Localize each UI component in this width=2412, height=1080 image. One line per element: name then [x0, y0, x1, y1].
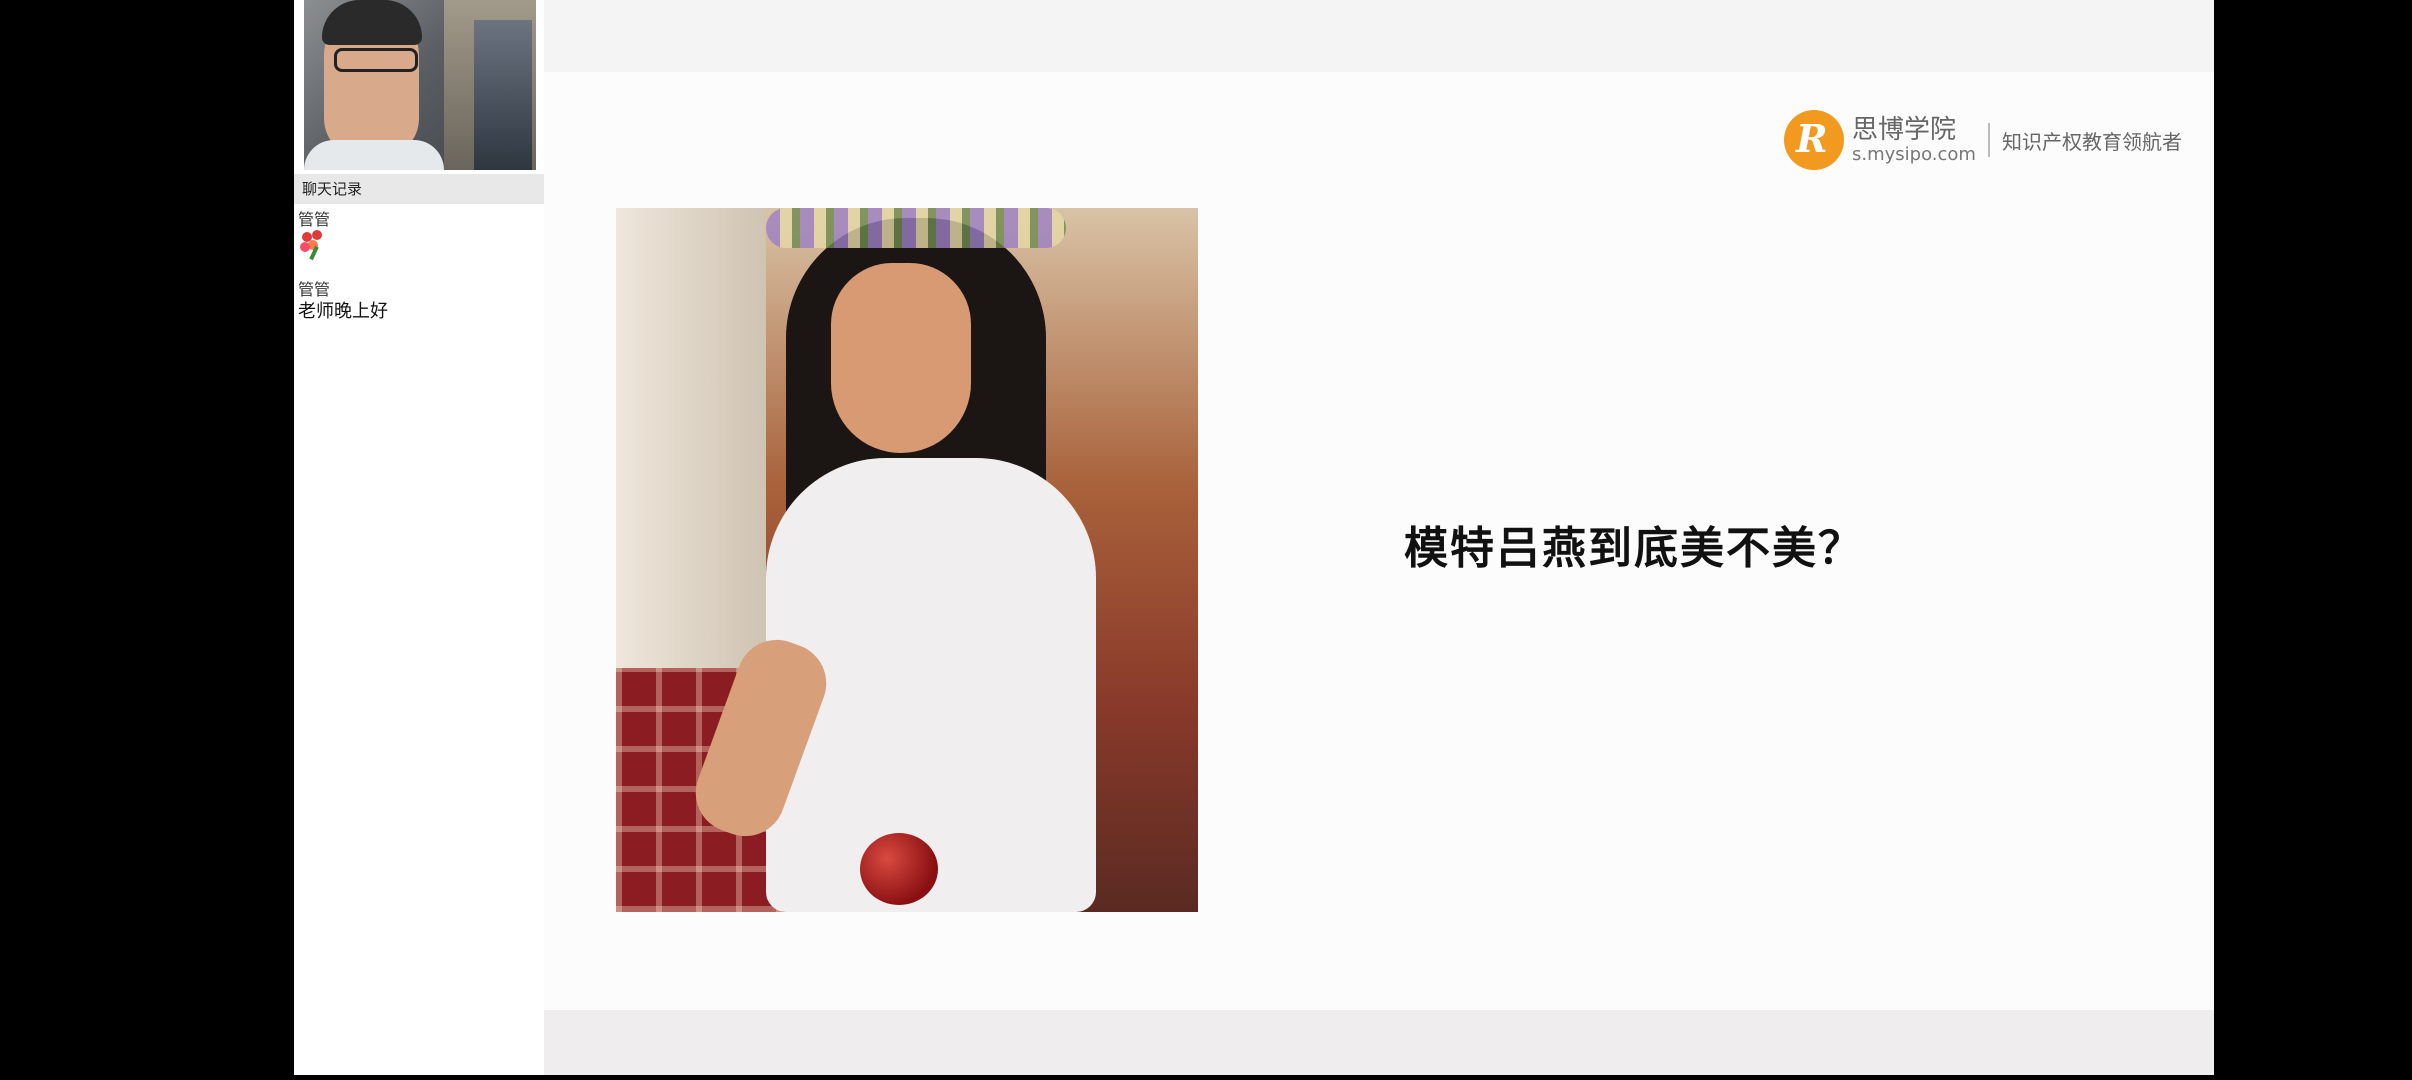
chat-message: 管管 老师晚上好	[298, 280, 538, 324]
photo-drape	[616, 208, 766, 728]
logo-divider	[1987, 123, 1990, 157]
photo-model-face	[831, 263, 971, 453]
chat-panel-title: 聊天记录	[294, 174, 544, 204]
slide-top-margin	[544, 0, 2214, 72]
brand-logo: R 思博学院 s.mysipo.com 知识产权教育领航者	[1784, 108, 2182, 172]
classroom-app: 聊天记录 管管 管管 老师晚上好 R 思博学院 s.mysipo.com 知识产…	[294, 0, 2214, 1075]
logo-url: s.mysipo.com	[1852, 144, 1976, 165]
webcam-person-shirt	[304, 140, 444, 170]
logo-letter: R	[1796, 116, 1828, 161]
presentation-slide: R 思博学院 s.mysipo.com 知识产权教育领航者 模特吕燕到底美不美？	[544, 72, 2214, 1051]
photo-flower-crown	[766, 208, 1066, 248]
chat-text: 老师晚上好	[298, 301, 388, 322]
chat-message-list: 管管 管管 老师晚上好	[298, 210, 538, 342]
logo-text: 思博学院 s.mysipo.com	[1852, 115, 1976, 165]
chat-message: 管管	[298, 210, 538, 262]
chat-sender: 管管	[298, 210, 331, 229]
webcam-video[interactable]	[304, 0, 536, 170]
webcam-background-cabinet	[474, 20, 532, 170]
logo-name: 思博学院	[1852, 115, 1957, 145]
slide-viewer: R 思博学院 s.mysipo.com 知识产权教育领航者 模特吕燕到底美不美？	[544, 0, 2214, 1075]
webcam-person-glasses	[334, 48, 418, 72]
photo-apple	[860, 833, 938, 905]
flower-bouquet-icon	[298, 230, 328, 261]
model-photo	[616, 208, 1198, 912]
logo-slogan: 知识产权教育领航者	[2001, 129, 2182, 154]
slide-bottom-margin	[544, 1010, 2214, 1075]
chat-sender: 管管	[298, 280, 331, 299]
slide-question: 模特吕燕到底美不美？	[1404, 523, 1864, 574]
left-panel: 聊天记录 管管 管管 老师晚上好	[294, 0, 544, 1075]
webcam-person-hair	[322, 0, 422, 45]
logo-icon: R	[1784, 110, 1844, 170]
